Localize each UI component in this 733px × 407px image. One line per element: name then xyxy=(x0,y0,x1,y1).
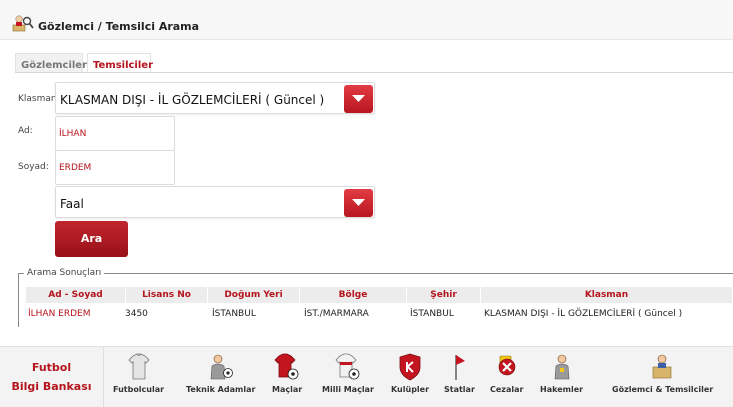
nav-teknik-adamlar[interactable]: Teknik Adamlar xyxy=(186,353,255,394)
ad-input-value: İLHAN xyxy=(59,129,87,139)
nav-futbolcular[interactable]: Futbolcular xyxy=(113,353,164,394)
ad-label: Ad: xyxy=(18,126,33,136)
tab-divider xyxy=(15,72,733,73)
coach-icon xyxy=(210,354,233,380)
chevron-down-icon[interactable] xyxy=(344,85,373,113)
soyad-input[interactable]: ERDEM xyxy=(55,150,175,185)
match-shirt-icon xyxy=(274,353,299,380)
nav-label: Maçlar xyxy=(272,385,303,394)
cell-ad-soyad[interactable]: İLHAN ERDEM xyxy=(28,305,91,323)
nav-statlar[interactable]: Statlar xyxy=(444,353,475,394)
soyad-input-value: ERDEM xyxy=(59,163,92,173)
nav-label: Kulüpler xyxy=(391,385,430,394)
nav-cezalar[interactable]: Cezalar xyxy=(490,353,523,394)
nav-label: Milli Maçlar xyxy=(322,385,374,394)
tab-gozlemciler[interactable]: Gözlemciler xyxy=(15,53,87,73)
bottom-nav: Futbol Bilgi Bankası Futbolcular Teknik … xyxy=(0,346,733,407)
nav-milli-maclar[interactable]: Milli Maçlar xyxy=(322,353,374,394)
klasman-label: Klasman: xyxy=(18,94,60,104)
search-button[interactable]: Ara xyxy=(55,221,128,257)
column-header-dogum-yeri[interactable]: Doğum Yeri xyxy=(208,287,300,303)
cell-sehir: İSTANBUL xyxy=(410,309,454,319)
page-title: Gözlemci / Temsilci Arama xyxy=(38,20,200,33)
nav-kulupler[interactable]: Kulüpler xyxy=(391,353,429,394)
ad-input[interactable]: İLHAN xyxy=(55,116,175,151)
nav-maclar[interactable]: Maçlar xyxy=(272,353,302,394)
column-header-klasman[interactable]: Klasman xyxy=(481,287,733,303)
results-frame-top xyxy=(18,273,733,274)
brand-line-2: Bilgi Bankası xyxy=(11,380,92,393)
results-table-header: Ad - Soyad Lisans No Doğum Yeri Bölge Şe… xyxy=(26,287,733,303)
referee-icon xyxy=(554,354,569,380)
column-header-ad-soyad[interactable]: Ad - Soyad xyxy=(26,287,126,303)
results-legend: Arama Sonuçları xyxy=(24,268,105,278)
klasman-select[interactable]: KLASMAN DIŞI - İL GÖZLEMCİLERİ ( Güncel … xyxy=(55,82,375,114)
results-frame-left xyxy=(18,273,19,327)
klasman-select-value: KLASMAN DIŞI - İL GÖZLEMCİLERİ ( Güncel … xyxy=(60,93,325,107)
nav-gozlemci-temsilciler[interactable]: Gözlemci & Temsilciler xyxy=(612,353,713,394)
cell-klasman: KLASMAN DIŞI - İL GÖZLEMCİLERİ ( Güncel … xyxy=(484,309,683,319)
status-select[interactable]: Faal xyxy=(55,186,375,218)
column-header-bolge[interactable]: Bölge xyxy=(300,287,407,303)
cell-lisans-no: 3450 xyxy=(125,309,148,319)
cell-bolge: İST./MARMARA xyxy=(304,309,369,319)
brand-title: Futbol Bilgi Bankası xyxy=(0,347,104,407)
nav-label: Futbolcular xyxy=(113,385,165,394)
nav-label: Teknik Adamlar xyxy=(186,385,256,394)
nav-hakemler[interactable]: Hakemler xyxy=(540,353,583,394)
column-header-sehir[interactable]: Şehir xyxy=(407,287,481,303)
table-row[interactable]: İLHAN ERDEM 3450 İSTANBUL İST./MARMARA İ… xyxy=(26,305,733,323)
brand-line-1: Futbol xyxy=(31,361,72,374)
soyad-label: Soyad: xyxy=(18,162,49,172)
tab-temsilciler[interactable]: Temsilciler xyxy=(87,53,153,73)
observer-icon xyxy=(652,354,671,379)
page-header: Gözlemci / Temsilci Arama xyxy=(0,0,733,40)
status-select-value: Faal xyxy=(60,197,84,211)
column-header-lisans-no[interactable]: Lisans No xyxy=(126,287,208,303)
penalty-icon xyxy=(498,355,516,376)
nav-label: Cezalar xyxy=(490,385,524,394)
chevron-down-icon[interactable] xyxy=(344,189,373,217)
club-badge-icon xyxy=(399,353,421,381)
cell-dogum-yeri: İSTANBUL xyxy=(212,309,256,319)
national-shirt-icon xyxy=(335,353,360,380)
nav-label: Hakemler xyxy=(540,385,584,394)
player-shirt-icon xyxy=(127,353,150,380)
observer-search-icon xyxy=(12,15,34,32)
nav-label: Gözlemci & Temsilciler xyxy=(612,385,714,394)
stadium-flag-icon xyxy=(455,355,466,380)
nav-label: Statlar xyxy=(444,385,475,394)
